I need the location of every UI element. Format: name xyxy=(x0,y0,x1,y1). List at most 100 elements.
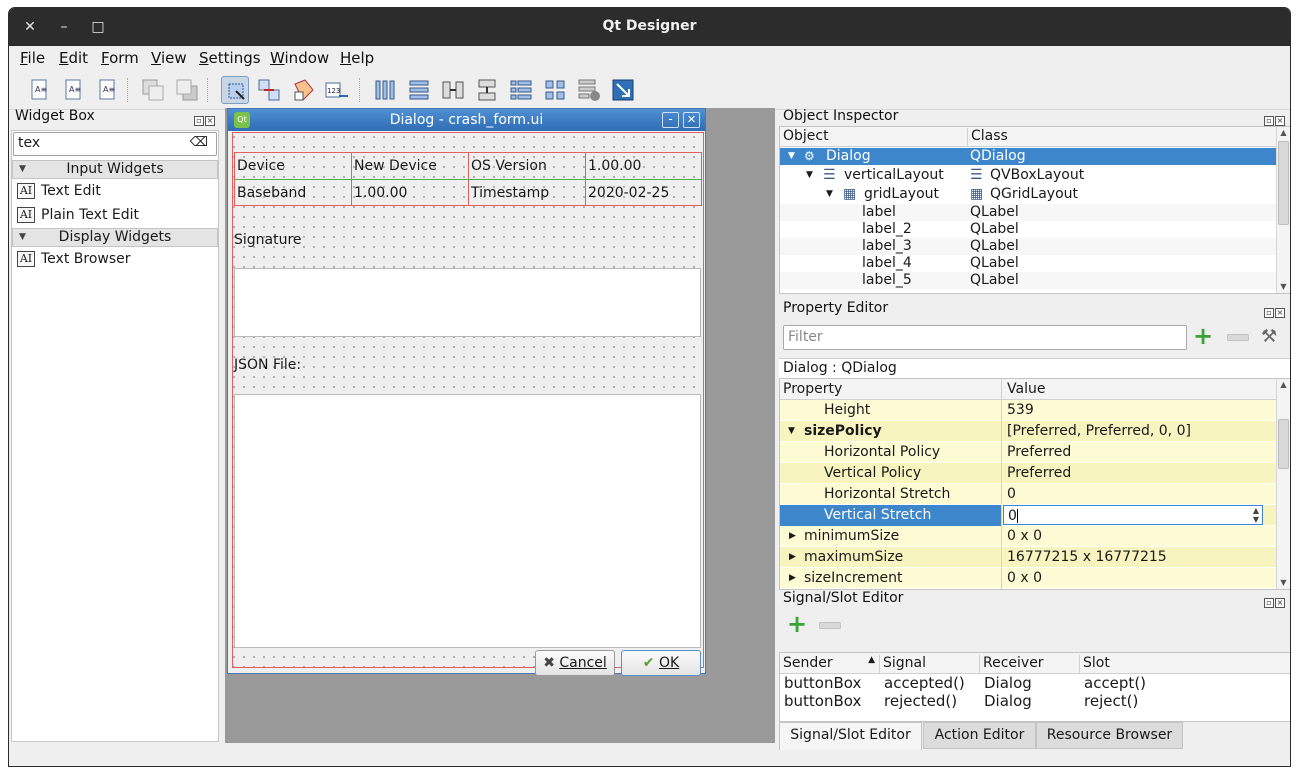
column-property[interactable]: Property xyxy=(780,379,1002,400)
column-receiver[interactable]: Receiver xyxy=(980,655,1080,673)
menu-view[interactable]: View xyxy=(151,49,187,67)
property-row-size-increment[interactable]: ▶ sizeIncrement 0 x 0 xyxy=(780,568,1276,589)
widget-search-input[interactable]: tex ⌫ xyxy=(13,132,217,156)
form-close-button[interactable]: ✕ xyxy=(683,112,700,128)
layout-in-form-icon[interactable] xyxy=(507,76,535,104)
object-inspector-tree[interactable]: Object Class ▼ ⚙ Dialog QDialog ▼ ☰ vert… xyxy=(779,126,1290,294)
edit-widgets-icon[interactable] xyxy=(221,76,249,104)
expand-arrow-icon[interactable]: ▼ xyxy=(788,421,795,441)
tab-signal-slot-editor[interactable]: Signal/Slot Editor xyxy=(779,722,922,750)
scroll-thumb[interactable] xyxy=(1278,419,1289,469)
property-value[interactable]: 0 xyxy=(1003,484,1275,505)
grid-label-os-version[interactable]: OS Version xyxy=(469,153,586,179)
break-layout-icon[interactable] xyxy=(575,76,603,104)
scroll-down-icon[interactable]: ▼ xyxy=(1277,281,1290,293)
grid-label-device[interactable]: Device xyxy=(235,153,352,179)
property-row-vertical-stretch[interactable]: Vertical Stretch 0 ▲ ▼ xyxy=(780,505,1276,526)
tree-row-vertical-layout[interactable]: ▼ ☰ verticalLayout ☰ QVBoxLayout xyxy=(780,167,1276,184)
scroll-thumb[interactable] xyxy=(1278,141,1289,225)
property-row-horizontal-stretch[interactable]: Horizontal Stretch 0 xyxy=(780,484,1276,505)
tree-row-label-2[interactable]: label_2 QLabel xyxy=(780,221,1276,238)
ok-button[interactable]: ✔ OK xyxy=(621,650,701,676)
menu-form[interactable]: Form xyxy=(101,49,139,67)
column-slot[interactable]: Slot xyxy=(1080,655,1290,673)
form-minimize-button[interactable]: - xyxy=(662,112,679,128)
property-table[interactable]: Property Value Height 539 ▼ sizePolicy [… xyxy=(779,378,1290,590)
form-canvas[interactable]: Device New Device OS Version 1.00.00 Bas… xyxy=(229,132,704,676)
edit-buddies-icon[interactable] xyxy=(289,76,317,104)
tree-row-grid-layout[interactable]: ▼ ▦ gridLayout ▦ QGridLayout xyxy=(780,186,1276,203)
form-title-bar[interactable]: Qt Dialog - crash_form.ui - ✕ xyxy=(228,109,705,131)
menu-settings[interactable]: Settings xyxy=(199,49,261,67)
widget-item-text-browser[interactable]: AI Text Browser xyxy=(17,248,131,270)
menu-window[interactable]: Window xyxy=(270,49,329,67)
layout-grid-icon[interactable] xyxy=(541,76,569,104)
expand-arrow-icon[interactable]: ▶ xyxy=(789,547,796,567)
property-value[interactable]: 0 x 0 xyxy=(1003,526,1275,547)
layout-vertically-icon[interactable] xyxy=(405,76,433,104)
property-row-size-policy[interactable]: ▼ sizePolicy [Preferred, Preferred, 0, 0… xyxy=(780,421,1276,442)
object-inspector-dock-buttons[interactable]: ▫ × xyxy=(1263,111,1287,126)
category-display-widgets[interactable]: ▼ Display Widgets xyxy=(12,228,218,247)
grid-value-device[interactable]: New Device xyxy=(352,153,469,179)
send-to-back-icon[interactable] xyxy=(139,76,167,104)
property-value[interactable]: Preferred xyxy=(1003,463,1275,484)
column-sender[interactable]: Sender ▲ xyxy=(780,655,880,673)
vertical-stretch-spinbox[interactable]: 0 ▲ ▼ xyxy=(1003,505,1263,525)
connection-row[interactable]: buttonBox accepted() Dialog accept() xyxy=(780,674,1290,692)
object-inspector-scrollbar[interactable]: ▲ ▼ xyxy=(1276,127,1290,293)
layout-splitter-vertical-icon[interactable] xyxy=(473,76,501,104)
column-value[interactable]: Value xyxy=(1003,379,1275,400)
connection-row[interactable]: buttonBox rejected() Dialog reject() xyxy=(780,692,1290,710)
form-window[interactable]: Qt Dialog - crash_form.ui - ✕ Device New… xyxy=(227,108,706,676)
widget-item-text-edit[interactable]: AI Text Edit xyxy=(17,180,101,202)
column-object[interactable]: Object xyxy=(780,128,968,146)
property-value[interactable]: [Preferred, Preferred, 0, 0] xyxy=(1003,421,1275,442)
menu-file[interactable]: File xyxy=(20,49,45,67)
column-class[interactable]: Class xyxy=(968,128,1276,146)
configure-wrench-icon[interactable]: ⚒ xyxy=(1261,326,1277,347)
menu-edit[interactable]: Edit xyxy=(59,49,88,67)
property-row-horizontal-policy[interactable]: Horizontal Policy Preferred xyxy=(780,442,1276,463)
signature-label[interactable]: Signature xyxy=(234,232,302,248)
save-form-icon[interactable]: A≡ xyxy=(93,76,121,104)
tab-action-editor[interactable]: Action Editor xyxy=(923,722,1036,749)
menu-help[interactable]: Help xyxy=(340,49,374,67)
open-form-icon[interactable]: A≡ xyxy=(59,76,87,104)
scroll-down-icon[interactable]: ▼ xyxy=(1277,577,1290,589)
tree-row-label-4[interactable]: label_4 QLabel xyxy=(780,255,1276,272)
add-connection-icon[interactable]: + xyxy=(787,612,807,636)
property-filter-input[interactable]: Filter xyxy=(783,325,1187,350)
property-table-scrollbar[interactable]: ▲ ▼ xyxy=(1276,379,1290,589)
grid-label-baseband[interactable]: Baseband xyxy=(235,180,352,206)
spinbox-arrows-icon[interactable]: ▲ ▼ xyxy=(1253,506,1259,524)
grid-value-os-version[interactable]: 1.00.00 xyxy=(586,153,701,179)
bring-to-front-icon[interactable] xyxy=(173,76,201,104)
new-form-icon[interactable]: A≡ xyxy=(25,76,53,104)
layout-splitter-horizontal-icon[interactable] xyxy=(439,76,467,104)
scroll-up-icon[interactable]: ▲ xyxy=(1277,379,1290,391)
tree-row-dialog[interactable]: ▼ ⚙ Dialog QDialog xyxy=(780,148,1276,165)
tree-row-label-3[interactable]: label_3 QLabel xyxy=(780,238,1276,255)
grid-label-timestamp[interactable]: Timestamp xyxy=(469,180,586,206)
tab-resource-browser[interactable]: Resource Browser xyxy=(1036,722,1183,749)
property-row-vertical-policy[interactable]: Vertical Policy Preferred xyxy=(780,463,1276,484)
property-value[interactable]: 0 x 0 xyxy=(1003,568,1275,589)
column-signal[interactable]: Signal xyxy=(880,655,980,673)
widget-item-plain-text-edit[interactable]: AI Plain Text Edit xyxy=(17,204,139,226)
add-dynamic-property-icon[interactable]: + xyxy=(1193,324,1213,348)
signal-slot-dock-buttons[interactable]: ▫ × xyxy=(1263,593,1287,608)
grid-value-baseband[interactable]: 1.00.00 xyxy=(352,180,469,206)
property-row-height[interactable]: Height 539 xyxy=(780,400,1276,421)
edit-tab-order-icon[interactable]: 123 xyxy=(323,76,351,104)
remove-dynamic-property-icon[interactable] xyxy=(1227,334,1249,341)
property-row-minimum-size[interactable]: ▶ minimumSize 0 x 0 xyxy=(780,526,1276,547)
scroll-up-icon[interactable]: ▲ xyxy=(1277,127,1290,139)
grid-value-timestamp[interactable]: 2020-02-25 xyxy=(586,180,701,206)
property-value[interactable]: Preferred xyxy=(1003,442,1275,463)
json-file-label[interactable]: JSON File: xyxy=(234,357,301,373)
property-row-maximum-size[interactable]: ▶ maximumSize 16777215 x 16777215 xyxy=(780,547,1276,568)
clear-search-icon[interactable]: ⌫ xyxy=(190,135,208,150)
cancel-button[interactable]: ✖ Cancel xyxy=(535,650,615,676)
property-editor-dock-buttons[interactable]: ▫ × xyxy=(1263,303,1287,318)
